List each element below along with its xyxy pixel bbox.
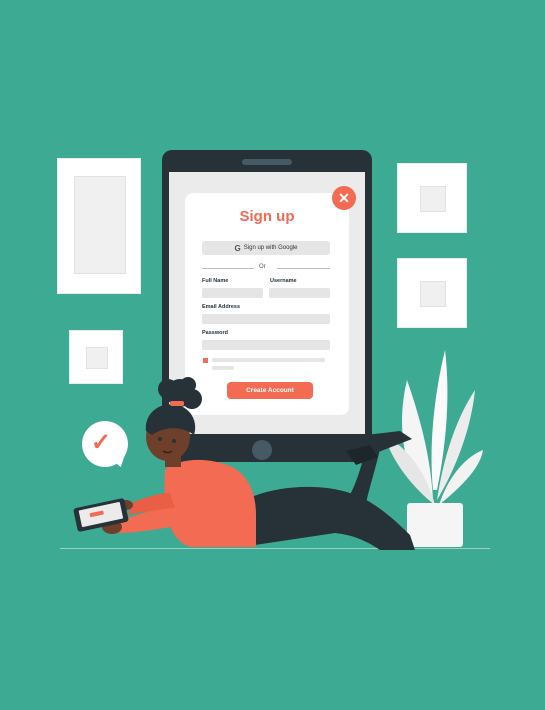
full-name-field[interactable] bbox=[202, 288, 263, 298]
email-label: Email Address bbox=[202, 304, 241, 310]
google-signup-button[interactable]: G Sign up with Google bbox=[202, 241, 330, 255]
password-label: Password bbox=[202, 330, 228, 336]
divider-left bbox=[202, 268, 254, 269]
woman-figure bbox=[73, 377, 415, 550]
username-field[interactable] bbox=[269, 288, 330, 298]
password-field[interactable] bbox=[202, 340, 330, 350]
close-icon[interactable]: ✕ bbox=[332, 186, 356, 210]
username-label: Username bbox=[270, 278, 297, 284]
terms-text-line bbox=[212, 358, 325, 362]
full-name-label: Full Name bbox=[202, 278, 229, 284]
terms-checkbox[interactable] bbox=[203, 358, 208, 363]
illustration-scene: ✕ Sign up G Sign up with Google Or Full … bbox=[0, 0, 545, 710]
wall-frame-large bbox=[57, 158, 141, 294]
google-signup-label: Sign up with Google bbox=[243, 245, 298, 251]
email-field[interactable] bbox=[202, 314, 330, 324]
tablet-speaker bbox=[242, 159, 292, 165]
signup-title: Sign up bbox=[239, 208, 295, 225]
google-icon: G bbox=[234, 243, 241, 253]
divider-right bbox=[277, 268, 330, 269]
terms-text-line-short bbox=[212, 366, 234, 370]
wall-frame-right-bottom bbox=[397, 258, 467, 328]
wall-frame-right-top bbox=[397, 163, 467, 233]
divider-or-text: Or bbox=[259, 264, 266, 270]
